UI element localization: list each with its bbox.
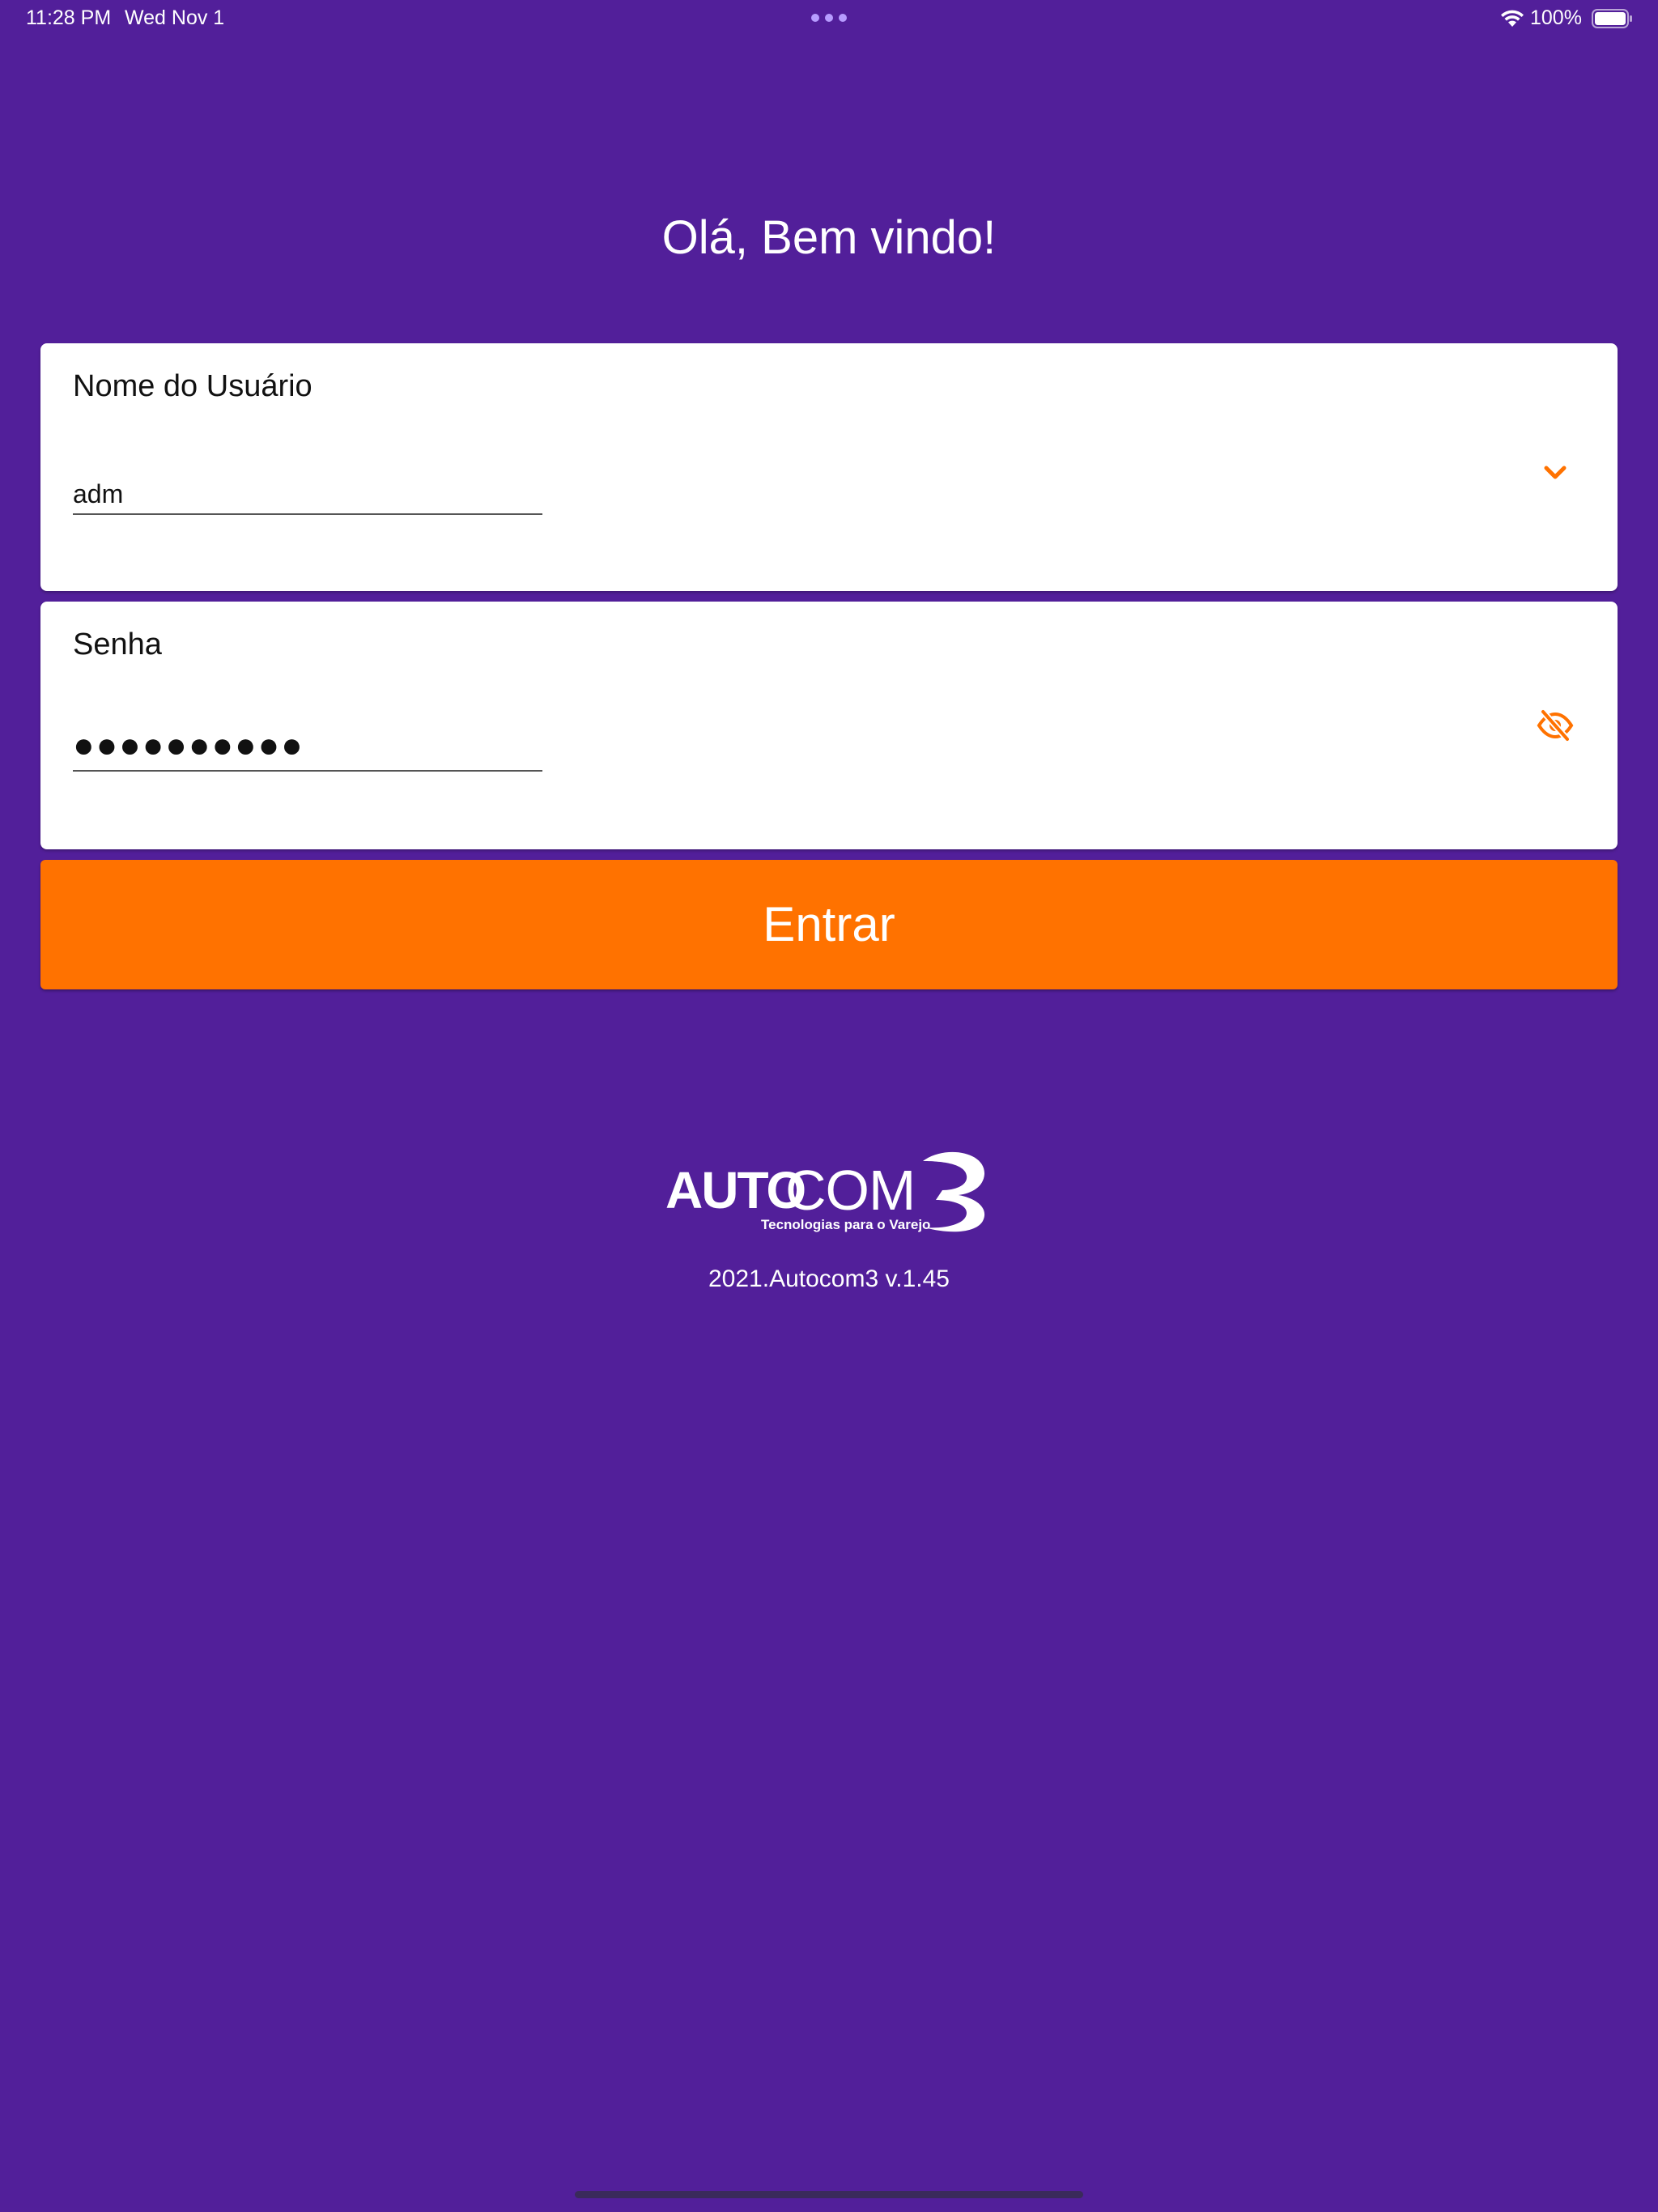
battery-icon — [1592, 9, 1632, 28]
chevron-down-icon[interactable] — [1543, 463, 1567, 483]
multitasking-dots-icon[interactable] — [811, 14, 847, 23]
battery-percentage: 100% — [1530, 6, 1582, 29]
wifi-icon — [1501, 10, 1524, 27]
username-card: Nome do Usuário adm — [40, 343, 1618, 591]
login-button[interactable]: Entrar — [40, 860, 1618, 989]
password-label: Senha — [73, 627, 162, 661]
welcome-heading: Olá, Bem vindo! — [661, 211, 997, 264]
status-bar: 11:28 PM Wed Nov 1 100% — [0, 0, 1658, 39]
username-input[interactable]: adm — [73, 476, 542, 515]
home-indicator[interactable] — [575, 2191, 1083, 2198]
eye-off-icon[interactable] — [1537, 707, 1574, 744]
svg-text:Tecnologias para o Varejo: Tecnologias para o Varejo — [761, 1217, 930, 1232]
svg-text:COM: COM — [785, 1159, 915, 1222]
password-card: Senha ●●●●●●●●●● — [40, 602, 1618, 849]
username-label: Nome do Usuário — [73, 369, 312, 403]
version-text: 2021.Autocom3 v.1.45 — [708, 1266, 950, 1292]
password-input[interactable]: ●●●●●●●●●● — [73, 723, 542, 772]
autocom3-logo: AUTO COM Tecnologias para o Varejo — [665, 1151, 985, 1232]
status-time: 11:28 PM — [26, 6, 112, 29]
status-date: Wed Nov 1 — [125, 6, 225, 29]
svg-text:AUTO: AUTO — [665, 1161, 805, 1219]
